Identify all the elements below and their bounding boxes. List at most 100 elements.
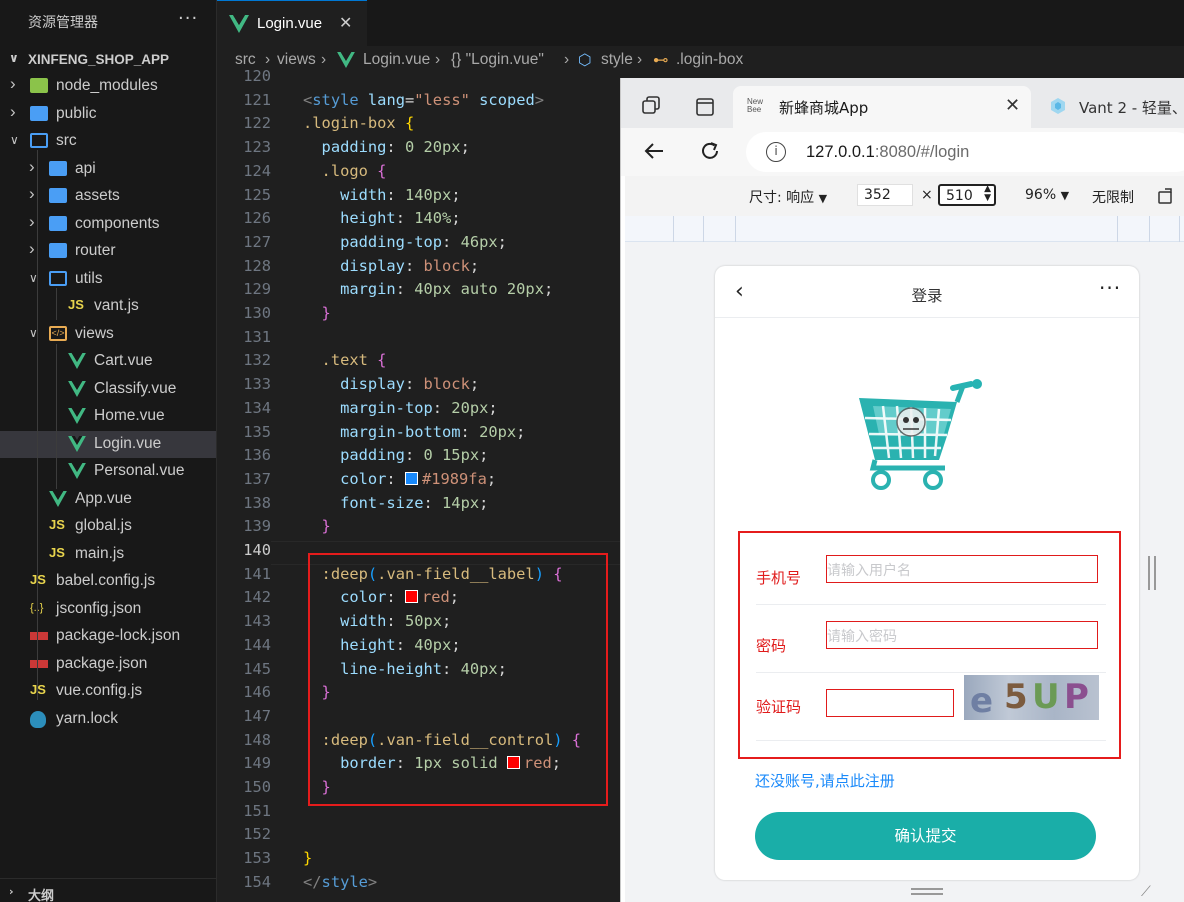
indent-guide	[56, 344, 57, 489]
tree-item-components[interactable]: › components	[0, 211, 216, 238]
dropdown-arrow-icon: ▼	[818, 192, 828, 205]
tree-item-public[interactable]: › public	[0, 101, 216, 128]
browser-tab-active[interactable]: New Bee 新蜂商城App ✕	[733, 86, 1031, 128]
rotate-icon[interactable]	[1157, 187, 1175, 205]
tree-item-global-js[interactable]: JS global.js	[0, 513, 216, 540]
tree-item-classify-vue[interactable]: Classify.vue	[0, 376, 216, 403]
code-token: <	[303, 90, 313, 109]
color-swatch[interactable]	[404, 471, 418, 485]
js-file-icon: JS	[68, 297, 84, 312]
screen: 资源管理器 ··· ∨ XINFENG_SHOP_APP › node_modul…	[0, 0, 1184, 902]
register-link[interactable]: 还没账号,请点此注册	[755, 770, 895, 791]
tree-item-vue-config-js[interactable]: JS vue.config.js	[0, 678, 216, 705]
url-host: 127.0.0.1	[806, 143, 875, 161]
tab-login-vue[interactable]: Login.vue ✕	[217, 0, 367, 46]
media-query-ruler[interactable]	[625, 216, 1184, 242]
tree-item-home-vue[interactable]: Home.vue	[0, 403, 216, 430]
close-icon[interactable]: ✕	[1005, 95, 1020, 116]
tree-item-vant-js[interactable]: JS vant.js	[0, 293, 216, 320]
tree-item-cart-vue[interactable]: Cart.vue	[0, 348, 216, 375]
resize-corner-icon[interactable]: ⟋	[1141, 884, 1151, 900]
tree-item-src[interactable]: ∨ src	[0, 128, 216, 155]
back-arrow-icon[interactable]	[643, 141, 665, 161]
phone-field: 手机号 请输入用户名	[756, 537, 1106, 605]
highlight-box	[308, 553, 608, 806]
line-number: 121	[243, 90, 271, 109]
code-line: }	[303, 849, 312, 867]
tree-item-package-json[interactable]: package.json	[0, 651, 216, 678]
zoom-select[interactable]: 96% ▼	[1025, 187, 1069, 203]
workspaces-icon[interactable]	[641, 96, 663, 116]
width-input[interactable]: 352	[857, 184, 913, 206]
resize-handle-vertical[interactable]	[1148, 556, 1156, 590]
more-icon[interactable]: ···	[1099, 276, 1121, 300]
chevron-right-icon: ›	[10, 101, 16, 121]
code-token: block	[423, 375, 470, 394]
tree-item-login-vue[interactable]: Login.vue	[0, 430, 216, 458]
password-input[interactable]: 请输入密码	[826, 621, 1098, 649]
chevron-down-icon: ∨	[9, 51, 19, 65]
code-token: 0 20px	[404, 138, 461, 157]
tree-item-router[interactable]: › router	[0, 238, 216, 265]
code-line: .login-box {	[303, 114, 414, 132]
breadcrumb-views[interactable]: views	[277, 51, 316, 69]
line-number: 136	[243, 446, 271, 465]
chevron-down-icon: ∨	[10, 133, 19, 147]
js-file-icon: JS	[30, 572, 48, 588]
vant-favicon-icon	[1051, 98, 1065, 114]
explorer-more-icon[interactable]: ···	[178, 8, 198, 29]
code-line: padding-top: 46px;	[340, 232, 507, 251]
throttle-select[interactable]: 无限制	[1092, 187, 1134, 207]
breadcrumb-file[interactable]: Login.vue	[363, 51, 430, 69]
selector-icon: ⊷	[653, 52, 669, 69]
dimensions-select[interactable]: 尺寸: 响应 ▼	[749, 187, 827, 207]
tree-item-views[interactable]: ∨ </> views	[0, 321, 216, 348]
browser-tab-vant[interactable]: Vant 2 - 轻量、可	[1041, 86, 1184, 128]
breadcrumb-selector[interactable]: .login-box	[676, 51, 743, 69]
tree-item-babel-config-js[interactable]: JS babel.config.js	[0, 568, 216, 595]
close-icon[interactable]: ✕	[339, 13, 352, 32]
address-bar[interactable]: i 127.0.0.1:8080/#/login	[746, 132, 1184, 172]
line-number: 131	[243, 327, 271, 346]
tree-item-assets[interactable]: › assets	[0, 183, 216, 210]
reload-icon[interactable]	[699, 140, 721, 162]
captcha-char: 5	[1004, 677, 1028, 717]
line-number: 152	[243, 825, 271, 844]
site-info-icon[interactable]: i	[766, 142, 786, 162]
captcha-input[interactable]	[826, 689, 954, 717]
code-line: .logo {	[303, 162, 387, 180]
project-root[interactable]: ∨ XINFENG_SHOP_APP	[0, 46, 216, 74]
code-token: display	[340, 375, 405, 394]
submit-button[interactable]: 确认提交	[755, 812, 1096, 860]
code-line: }	[303, 304, 331, 322]
spinner-icon[interactable]: ▲ ▼	[984, 185, 991, 203]
tree-item-main-js[interactable]: JS main.js	[0, 541, 216, 568]
tree-item-label: jsconfig.json	[56, 599, 142, 617]
resize-handle-horizontal[interactable]	[911, 888, 943, 895]
tree-item-node-modules[interactable]: › node_modules	[0, 73, 216, 100]
tree-item-yarn-lock[interactable]: yarn.lock	[0, 706, 216, 733]
tree-item-app-vue[interactable]: App.vue	[0, 486, 216, 513]
code-token: 20px	[479, 422, 517, 441]
tree-item-package-lock-json[interactable]: package-lock.json	[0, 623, 216, 650]
cube-icon: ⬡	[578, 52, 592, 69]
tree-item-utils[interactable]: ∨ utils	[0, 266, 216, 293]
phone-input[interactable]: 请输入用户名	[826, 555, 1098, 583]
device-toolbar: 尺寸: 响应 ▼ 352 × 510 ▲ ▼ 96% ▼ 无限制	[625, 176, 1184, 216]
newbee-favicon: New Bee	[747, 97, 764, 114]
breadcrumb-component[interactable]: {} "Login.vue"	[451, 51, 544, 69]
captcha-image[interactable]: e 5 U P	[964, 675, 1099, 720]
tree-item-api[interactable]: › api	[0, 156, 216, 183]
line-number: 130	[243, 304, 271, 322]
line-number: 154	[243, 872, 271, 891]
code-editor[interactable]: 120 121 122 123 124 125 126 127 128 129 130 131 132 1…	[217, 67, 620, 902]
line-number: 145	[243, 659, 271, 678]
tree-item-jsconfig-json[interactable]: {..} jsconfig.json	[0, 596, 216, 623]
breadcrumb-style[interactable]: style	[601, 51, 633, 69]
tree-item-personal-vue[interactable]: Personal.vue	[0, 458, 216, 485]
tab-actions-icon[interactable]	[696, 98, 714, 116]
code-token: margin-bottom	[340, 422, 461, 441]
height-input[interactable]: 510 ▲ ▼	[938, 184, 996, 206]
npm-icon	[30, 659, 48, 668]
outline-section[interactable]: › 大纲	[0, 878, 216, 902]
